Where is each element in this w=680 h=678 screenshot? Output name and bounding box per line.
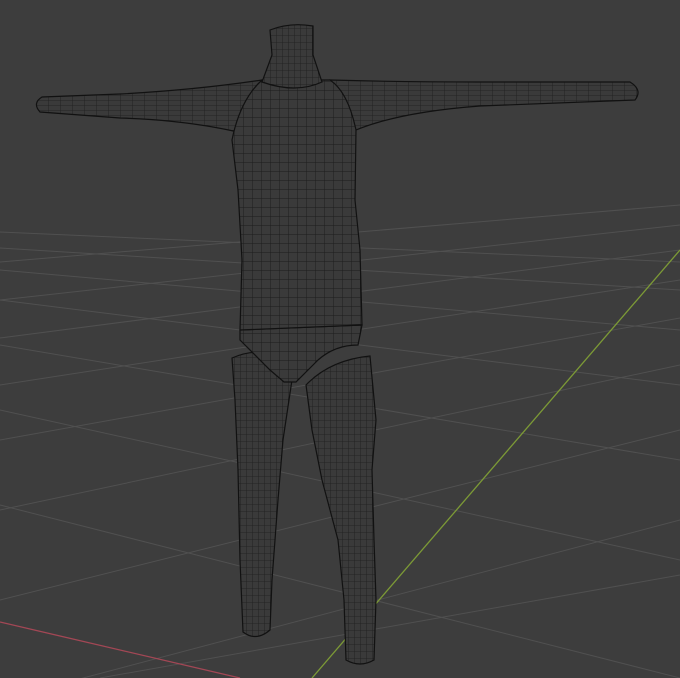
torso[interactable]	[231, 79, 363, 331]
3d-viewport[interactable]	[0, 0, 680, 678]
neck[interactable]	[261, 24, 323, 89]
